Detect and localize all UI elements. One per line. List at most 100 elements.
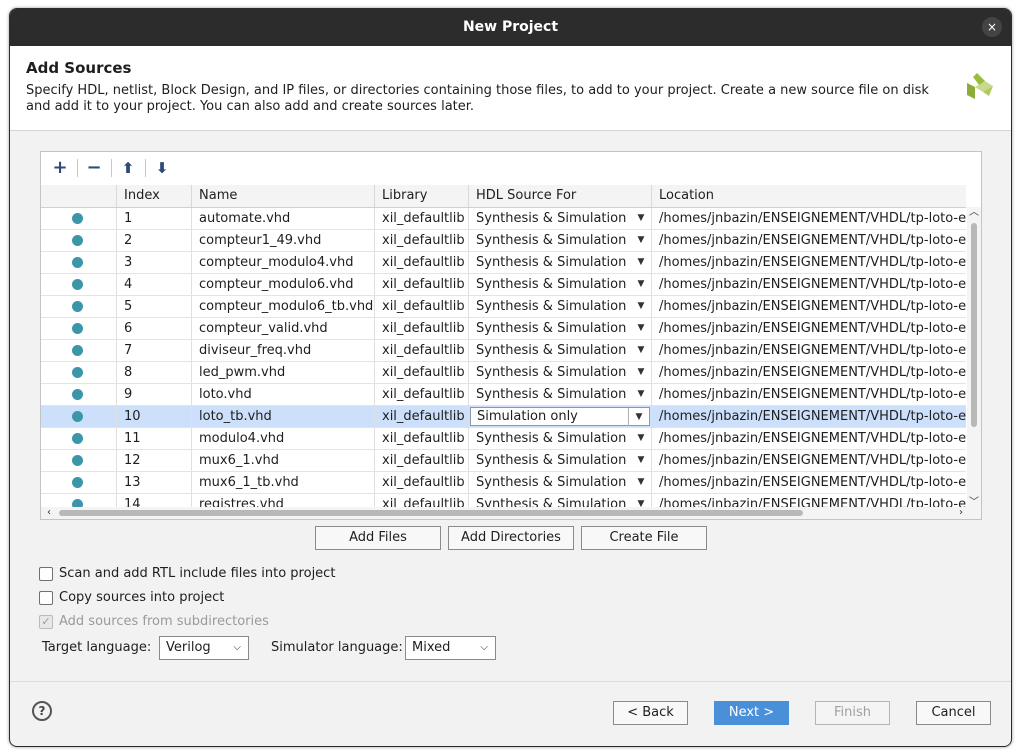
hdl-source-for-dropdown[interactable]: Synthesis & Simulation ▼ bbox=[468, 230, 651, 251]
add-icon[interactable]: + bbox=[47, 155, 73, 181]
dropdown-arrow-icon[interactable]: ▼ bbox=[631, 472, 651, 493]
dropdown-arrow-icon[interactable]: ▼ bbox=[631, 384, 651, 405]
hdl-source-for-combo[interactable]: Simulation only ▼ bbox=[470, 407, 650, 426]
dropdown-arrow-icon[interactable]: ▼ bbox=[631, 274, 651, 295]
footer-divider bbox=[10, 681, 1011, 682]
hdl-source-for-dropdown[interactable]: Synthesis & Simulation ▼ bbox=[468, 472, 651, 493]
table-row[interactable]: 12 mux6_1.vhd xil_defaultlib Synthesis & Si… bbox=[41, 450, 966, 472]
hdl-source-for-dropdown[interactable]: Synthesis & Simulation ▼ bbox=[468, 362, 651, 383]
column-header-hdl-source-for[interactable]: HDL Source For bbox=[468, 185, 651, 207]
remove-icon[interactable]: − bbox=[81, 155, 107, 181]
status-dot-icon bbox=[72, 367, 83, 378]
hdl-source-for-dropdown[interactable]: Synthesis & Simulation ▼ bbox=[468, 208, 651, 229]
table-row[interactable]: 3 compteur_modulo4.vhd xil_defaultlib Synth… bbox=[41, 252, 966, 274]
table-row[interactable]: 7 diviseur_freq.vhd xil_defaultlib Synthesi… bbox=[41, 340, 966, 362]
simulator-language-label: Simulator language: bbox=[271, 640, 403, 655]
status-dot-icon bbox=[72, 411, 83, 422]
table-row[interactable]: 8 led_pwm.vhd xil_defaultlib Synthesis & Si… bbox=[41, 362, 966, 384]
move-down-icon[interactable]: ⬇ bbox=[149, 155, 175, 181]
hdl-source-for-dropdown[interactable]: Synthesis & Simulation ▼ bbox=[468, 296, 651, 317]
scroll-right-icon[interactable]: › bbox=[955, 507, 967, 519]
column-header-index[interactable]: Index bbox=[116, 185, 191, 207]
dropdown-arrow-icon[interactable]: ▼ bbox=[628, 408, 649, 426]
index-cell: 6 bbox=[116, 318, 191, 339]
scan-rtl-checkbox[interactable] bbox=[39, 567, 53, 581]
location-cell: /homes/jnbazin/ENSEIGNEMENT/VHDL/tp-loto… bbox=[651, 428, 966, 449]
add-subdirectories-checkbox[interactable]: ✓ bbox=[39, 615, 53, 629]
close-icon[interactable]: × bbox=[982, 17, 1002, 37]
table-row[interactable]: 6 compteur_valid.vhd xil_defaultlib Synthes… bbox=[41, 318, 966, 340]
hdl-source-for-dropdown[interactable]: Simulation only ▼ bbox=[468, 406, 651, 427]
status-dot-icon bbox=[72, 213, 83, 224]
vertical-scroll-thumb[interactable] bbox=[971, 223, 977, 427]
help-icon[interactable]: ? bbox=[32, 701, 52, 721]
scroll-up-icon[interactable]: ︿ bbox=[967, 207, 981, 219]
hdl-source-for-dropdown[interactable]: Synthesis & Simulation ▼ bbox=[468, 384, 651, 405]
dropdown-arrow-icon[interactable]: ▼ bbox=[631, 230, 651, 251]
column-header-library[interactable]: Library bbox=[374, 185, 468, 207]
status-dot-icon bbox=[72, 455, 83, 466]
table-row[interactable]: 4 compteur_modulo6.vhd xil_defaultlib Synth… bbox=[41, 274, 966, 296]
name-cell: compteur_modulo6.vhd bbox=[191, 274, 374, 295]
add-directories-button[interactable]: Add Directories bbox=[448, 526, 574, 550]
column-header-status[interactable] bbox=[41, 185, 116, 207]
table-toolbar: + − ⬆ ⬇ bbox=[41, 152, 981, 184]
dropdown-arrow-icon[interactable]: ▼ bbox=[631, 362, 651, 383]
name-cell: compteur_valid.vhd bbox=[191, 318, 374, 339]
name-cell: compteur1_49.vhd bbox=[191, 230, 374, 251]
chevron-down-icon: ⌵ bbox=[233, 642, 241, 653]
move-up-icon[interactable]: ⬆ bbox=[115, 155, 141, 181]
location-cell: /homes/jnbazin/ENSEIGNEMENT/VHDL/tp-loto… bbox=[651, 318, 966, 339]
hdl-source-for-value: Synthesis & Simulation bbox=[476, 365, 627, 380]
table-row[interactable]: 1 automate.vhd xil_defaultlib Synthesis & S… bbox=[41, 208, 966, 230]
hdl-source-for-dropdown[interactable]: Synthesis & Simulation ▼ bbox=[468, 450, 651, 471]
hdl-source-for-value: Simulation only bbox=[477, 409, 578, 424]
status-dot-icon bbox=[72, 389, 83, 400]
create-file-button[interactable]: Create File bbox=[581, 526, 707, 550]
dropdown-arrow-icon[interactable]: ▼ bbox=[631, 208, 651, 229]
status-cell bbox=[41, 252, 116, 273]
toolbar-divider bbox=[77, 159, 78, 177]
status-dot-icon bbox=[72, 279, 83, 290]
dropdown-arrow-icon[interactable]: ▼ bbox=[631, 318, 651, 339]
dropdown-arrow-icon[interactable]: ▼ bbox=[631, 340, 651, 361]
simulator-language-select[interactable]: Mixed ⌵ bbox=[405, 636, 496, 660]
name-cell: mux6_1.vhd bbox=[191, 450, 374, 471]
hdl-source-for-dropdown[interactable]: Synthesis & Simulation ▼ bbox=[468, 274, 651, 295]
dropdown-arrow-icon[interactable]: ▼ bbox=[631, 296, 651, 317]
hdl-source-for-value: Synthesis & Simulation bbox=[476, 475, 627, 490]
horizontal-scrollbar[interactable]: ‹ › bbox=[41, 507, 981, 519]
cancel-button[interactable]: Cancel bbox=[916, 701, 991, 725]
new-project-dialog: New Project × Add Sources Specify HDL, n… bbox=[9, 8, 1012, 747]
finish-button[interactable]: Finish bbox=[815, 701, 890, 725]
hdl-source-for-dropdown[interactable]: Synthesis & Simulation ▼ bbox=[468, 318, 651, 339]
table-row[interactable]: 10 loto_tb.vhd xil_defaultlib Simulation on… bbox=[41, 406, 966, 428]
table-row[interactable]: 13 mux6_1_tb.vhd xil_defaultlib Synthesis &… bbox=[41, 472, 966, 494]
add-files-button[interactable]: Add Files bbox=[315, 526, 441, 550]
name-cell: loto.vhd bbox=[191, 384, 374, 405]
back-button[interactable]: < Back bbox=[613, 701, 688, 725]
index-cell: 8 bbox=[116, 362, 191, 383]
table-row[interactable]: 5 compteur_modulo6_tb.vhd xil_defaultlib Sy… bbox=[41, 296, 966, 318]
hdl-source-for-dropdown[interactable]: Synthesis & Simulation ▼ bbox=[468, 340, 651, 361]
dropdown-arrow-icon[interactable]: ▼ bbox=[631, 252, 651, 273]
column-header-location[interactable]: Location bbox=[651, 185, 966, 207]
hdl-source-for-dropdown[interactable]: Synthesis & Simulation ▼ bbox=[468, 428, 651, 449]
hdl-source-for-dropdown[interactable]: Synthesis & Simulation ▼ bbox=[468, 252, 651, 273]
table-row[interactable]: 9 loto.vhd xil_defaultlib Synthesis & Simul… bbox=[41, 384, 966, 406]
scroll-left-icon[interactable]: ‹ bbox=[43, 507, 55, 519]
next-button[interactable]: Next > bbox=[714, 701, 789, 725]
dropdown-arrow-icon[interactable]: ▼ bbox=[631, 450, 651, 471]
copy-sources-checkbox[interactable] bbox=[39, 591, 53, 605]
status-cell bbox=[41, 406, 116, 427]
table-row[interactable]: 11 modulo4.vhd xil_defaultlib Synthesis & S… bbox=[41, 428, 966, 450]
status-cell bbox=[41, 384, 116, 405]
chevron-down-icon: ⌵ bbox=[480, 642, 488, 653]
column-header-name[interactable]: Name bbox=[191, 185, 374, 207]
hdl-source-for-value: Synthesis & Simulation bbox=[476, 299, 627, 314]
vertical-scrollbar[interactable]: ︿ ﹀ bbox=[967, 207, 981, 509]
target-language-select[interactable]: Verilog ⌵ bbox=[159, 636, 249, 660]
horizontal-scroll-thumb[interactable] bbox=[59, 510, 803, 516]
table-row[interactable]: 2 compteur1_49.vhd xil_defaultlib Synthesis… bbox=[41, 230, 966, 252]
dropdown-arrow-icon[interactable]: ▼ bbox=[631, 428, 651, 449]
